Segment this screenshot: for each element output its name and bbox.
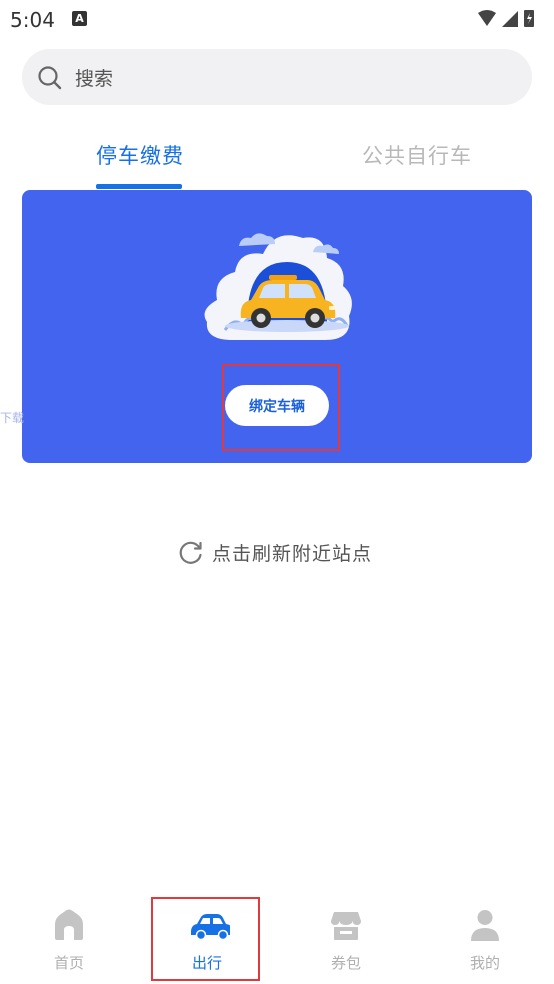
nav-travel[interactable]: 出行 [152,900,262,980]
nav-mine[interactable]: 我的 [430,900,540,980]
wifi-icon [478,10,496,26]
bind-vehicle-banner: 绑定车辆 [22,190,532,463]
signal-battery-icons [478,10,534,27]
search-bar[interactable]: 搜索 [22,49,532,105]
nav-travel-label: 出行 [191,954,222,972]
notification-icon: A [72,11,87,26]
active-tab-indicator [96,184,182,189]
nav-home-label: 首页 [53,954,84,972]
cell-signal-icon [502,11,518,27]
search-icon [38,66,62,90]
refresh-icon [179,541,202,564]
status-bar: 5:04 A [0,0,554,38]
tab-parking-payment[interactable]: 停车缴费 [96,140,184,170]
nav-home[interactable]: 首页 [14,900,124,980]
home-icon [55,909,83,940]
refresh-nearby-stations[interactable]: 点击刷新附近站点 [178,538,372,566]
car-icon [191,914,230,941]
nav-mine-label: 我的 [469,954,500,972]
user-icon [471,910,499,941]
status-time: 5:04 [10,8,55,32]
refresh-label: 点击刷新附近站点 [212,542,373,565]
car-illustration [204,233,352,340]
nav-coupon-label: 券包 [330,954,361,972]
edge-overlay-text: 下载 [0,411,25,425]
store-icon [331,912,361,940]
search-placeholder: 搜索 [75,68,114,90]
nav-coupon[interactable]: 券包 [291,900,401,980]
bottom-nav: 首页 出行 券包 我的 [0,900,554,984]
tab-bar: 停车缴费 公共自行车 [0,130,554,190]
bind-vehicle-button[interactable]: 绑定车辆 [225,385,329,426]
tab-public-bicycle[interactable]: 公共自行车 [362,140,472,170]
